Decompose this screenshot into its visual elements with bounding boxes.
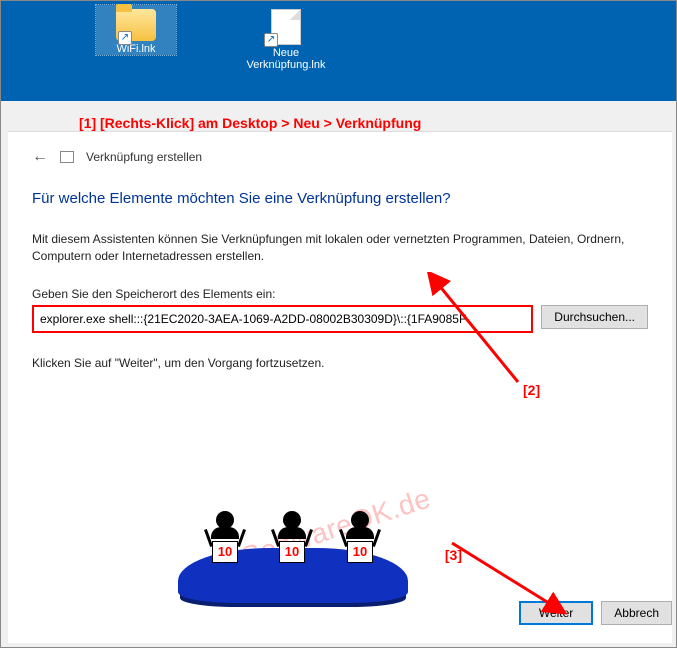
page-icon bbox=[60, 151, 74, 163]
cancel-button[interactable]: Abbrech bbox=[601, 601, 672, 625]
cartoon-judges: 10 10 10 bbox=[178, 503, 408, 603]
back-arrow-icon[interactable]: ← bbox=[32, 148, 48, 166]
annotation-step1: [1] [Rechts-Klick] am Desktop > Neu > Ve… bbox=[79, 115, 421, 131]
dialog-footer: Weiter Abbrech bbox=[519, 601, 672, 625]
cartoon-judge: 10 bbox=[270, 511, 314, 563]
browse-button[interactable]: Durchsuchen... bbox=[541, 305, 648, 329]
desktop-area: ↗ WiFi.lnk ↗ Neue Verknüpfung.lnk bbox=[1, 1, 676, 101]
dialog-title: Für welche Elemente möchten Sie eine Ver… bbox=[32, 190, 648, 207]
create-shortcut-dialog: ← Verknüpfung erstellen Für welche Eleme… bbox=[8, 131, 672, 643]
annotation-step3: [3] bbox=[445, 547, 462, 563]
desktop-icon-label: Neue Verknüpfung.lnk bbox=[246, 47, 326, 71]
location-label: Geben Sie den Speicherort des Elements e… bbox=[32, 287, 648, 301]
score-card: 10 bbox=[212, 541, 238, 563]
desktop-icon-new-shortcut[interactable]: ↗ Neue Verknüpfung.lnk bbox=[246, 5, 326, 71]
dialog-intro: Mit diesem Assistenten können Sie Verknü… bbox=[32, 231, 648, 265]
desktop-icon-label: WiFi.lnk bbox=[96, 43, 176, 55]
annotation-step2: [2] bbox=[523, 382, 540, 398]
shortcut-arrow-icon: ↗ bbox=[264, 33, 278, 47]
shortcut-arrow-icon: ↗ bbox=[118, 31, 132, 45]
next-button[interactable]: Weiter bbox=[519, 601, 593, 625]
score-card: 10 bbox=[347, 541, 373, 563]
location-input[interactable] bbox=[32, 305, 533, 333]
continue-hint: Klicken Sie auf "Weiter", um den Vorgang… bbox=[32, 355, 648, 372]
cartoon-judge: 10 bbox=[338, 511, 382, 563]
dialog-header: ← Verknüpfung erstellen bbox=[32, 148, 648, 166]
desktop-icon-wifi[interactable]: ↗ WiFi.lnk bbox=[96, 5, 176, 55]
cartoon-judge: 10 bbox=[203, 511, 247, 563]
dialog-crumb: Verknüpfung erstellen bbox=[86, 150, 202, 164]
score-card: 10 bbox=[279, 541, 305, 563]
